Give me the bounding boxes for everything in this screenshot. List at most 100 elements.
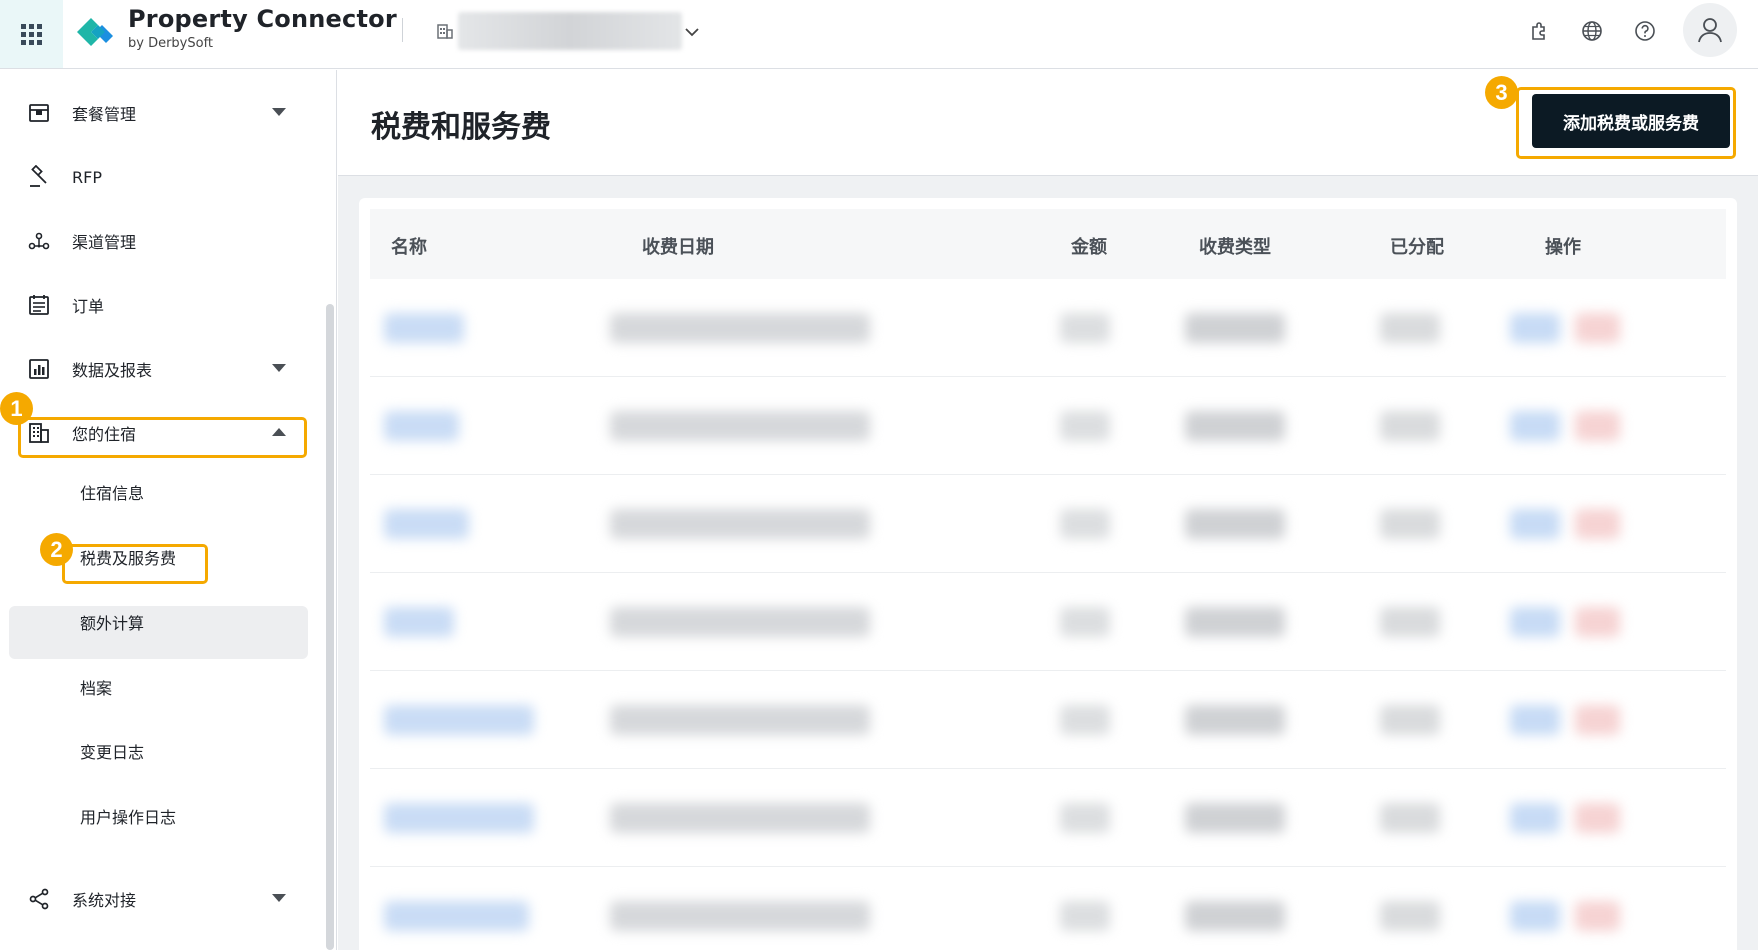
row-name-obscured[interactable] bbox=[384, 607, 454, 637]
annotation-badge-3: 3 bbox=[1485, 76, 1518, 109]
column-header-assigned[interactable]: 已分配 bbox=[1390, 233, 1444, 259]
delete-action-obscured[interactable] bbox=[1575, 607, 1620, 637]
column-header-amount[interactable]: 金额 bbox=[1071, 233, 1107, 259]
annotation-badge-1: 1 bbox=[0, 392, 33, 425]
row-assigned-obscured bbox=[1380, 607, 1440, 637]
edit-action-obscured[interactable] bbox=[1510, 901, 1560, 931]
expand-caret-icon bbox=[272, 364, 286, 372]
sidebar-item-reports[interactable]: 数据及报表 bbox=[18, 346, 304, 392]
delete-action-obscured[interactable] bbox=[1575, 509, 1620, 539]
top-bar: Property Connector by DerbySoft bbox=[0, 0, 1758, 69]
sidebar-subitem-profile[interactable]: 档案 bbox=[80, 675, 112, 699]
sidebar-item-your-property[interactable]: 您的住宿 bbox=[18, 410, 304, 456]
row-name-obscured[interactable] bbox=[384, 411, 459, 441]
chevron-down-icon[interactable] bbox=[682, 22, 702, 42]
row-amount-obscured bbox=[1060, 607, 1110, 637]
row-amount-obscured bbox=[1060, 901, 1110, 931]
row-assigned-obscured bbox=[1380, 901, 1440, 931]
row-assigned-obscured bbox=[1380, 509, 1440, 539]
delete-action-obscured[interactable] bbox=[1575, 803, 1620, 833]
row-date-obscured bbox=[610, 313, 870, 343]
sidebar-subitem-property-info[interactable]: 住宿信息 bbox=[80, 480, 144, 504]
sidebar-subitem-user-action-log[interactable]: 用户操作日志 bbox=[80, 804, 176, 828]
row-date-obscured bbox=[610, 411, 870, 441]
sidebar-item-integration[interactable]: 系统对接 bbox=[18, 876, 304, 922]
row-amount-obscured bbox=[1060, 705, 1110, 735]
add-tax-or-fee-button[interactable]: 添加税费或服务费 bbox=[1532, 94, 1730, 148]
row-name-obscured[interactable] bbox=[384, 901, 529, 931]
chart-icon bbox=[26, 356, 52, 382]
edit-action-obscured[interactable] bbox=[1510, 411, 1560, 441]
table-row[interactable] bbox=[370, 475, 1726, 573]
sidebar-subitem-taxes-fees[interactable]: 税费及服务费 bbox=[80, 545, 176, 569]
delete-action-obscured[interactable] bbox=[1575, 313, 1620, 343]
table-row[interactable] bbox=[370, 573, 1726, 671]
sidebar-item-channels[interactable]: 渠道管理 bbox=[18, 218, 304, 264]
share-icon bbox=[26, 886, 52, 912]
table-row[interactable] bbox=[370, 279, 1726, 377]
edit-action-obscured[interactable] bbox=[1510, 607, 1560, 637]
column-header-charge-date[interactable]: 收费日期 bbox=[642, 233, 714, 259]
sidebar-item-rfp[interactable]: RFP bbox=[18, 154, 304, 200]
sidebar-subitem-extra-calc[interactable]: 额外计算 bbox=[80, 610, 144, 634]
delete-action-obscured[interactable] bbox=[1575, 705, 1620, 735]
globe-icon[interactable] bbox=[1579, 18, 1605, 44]
brand-subtitle: by DerbySoft bbox=[128, 36, 214, 51]
collapse-caret-icon bbox=[272, 428, 286, 436]
row-date-obscured bbox=[610, 901, 870, 931]
order-icon bbox=[26, 292, 52, 318]
row-amount-obscured bbox=[1060, 509, 1110, 539]
page-title: 税费和服务费 bbox=[371, 110, 551, 145]
delete-action-obscured[interactable] bbox=[1575, 901, 1620, 931]
row-type-obscured bbox=[1185, 607, 1285, 637]
table-row[interactable] bbox=[370, 867, 1726, 950]
row-name-obscured[interactable] bbox=[384, 313, 464, 343]
building-icon bbox=[26, 420, 52, 446]
row-assigned-obscured bbox=[1380, 411, 1440, 441]
table-row[interactable] bbox=[370, 377, 1726, 475]
user-icon bbox=[1698, 18, 1722, 43]
apps-menu-button[interactable] bbox=[0, 0, 63, 68]
row-date-obscured bbox=[610, 607, 870, 637]
row-name-obscured[interactable] bbox=[384, 509, 469, 539]
row-date-obscured bbox=[610, 705, 870, 735]
row-name-obscured[interactable] bbox=[384, 803, 534, 833]
column-header-name[interactable]: 名称 bbox=[391, 233, 427, 259]
table-header: 名称 收费日期 金额 收费类型 已分配 操作 bbox=[370, 209, 1726, 279]
delete-action-obscured[interactable] bbox=[1575, 411, 1620, 441]
edit-action-obscured[interactable] bbox=[1510, 705, 1560, 735]
sidebar: 套餐管理 RFP 渠道管理 订单 数据及报表 您的住宿 住宿信息 税费及服务费 … bbox=[0, 70, 337, 950]
edit-action-obscured[interactable] bbox=[1510, 313, 1560, 343]
sidebar-subitem-change-log[interactable]: 变更日志 bbox=[80, 739, 144, 763]
edit-action-obscured[interactable] bbox=[1510, 803, 1560, 833]
row-type-obscured bbox=[1185, 705, 1285, 735]
row-type-obscured bbox=[1185, 313, 1285, 343]
table-row[interactable] bbox=[370, 671, 1726, 769]
property-selector[interactable] bbox=[458, 12, 682, 50]
header-divider bbox=[402, 18, 403, 42]
row-amount-obscured bbox=[1060, 803, 1110, 833]
row-date-obscured bbox=[610, 509, 870, 539]
help-icon[interactable] bbox=[1632, 18, 1658, 44]
brand-title: Property Connector bbox=[128, 5, 397, 33]
row-type-obscured bbox=[1185, 901, 1285, 931]
column-header-actions: 操作 bbox=[1545, 237, 1581, 258]
channel-icon bbox=[26, 228, 52, 254]
sidebar-item-label: 订单 bbox=[72, 297, 105, 316]
table-row[interactable] bbox=[370, 769, 1726, 867]
extension-icon[interactable] bbox=[1526, 18, 1552, 44]
annotation-badge-2: 2 bbox=[40, 533, 73, 566]
expand-caret-icon bbox=[272, 108, 286, 116]
row-name-obscured[interactable] bbox=[384, 705, 534, 735]
sidebar-item-packages[interactable]: 套餐管理 bbox=[18, 90, 304, 136]
sidebar-item-label: 系统对接 bbox=[72, 891, 137, 910]
expand-caret-icon bbox=[272, 894, 286, 902]
sidebar-scrollbar[interactable] bbox=[326, 304, 334, 950]
sidebar-item-orders[interactable]: 订单 bbox=[18, 282, 304, 328]
row-amount-obscured bbox=[1060, 411, 1110, 441]
brand-logo bbox=[77, 18, 113, 46]
sidebar-item-label: RFP bbox=[72, 167, 102, 187]
user-avatar[interactable] bbox=[1683, 3, 1737, 57]
edit-action-obscured[interactable] bbox=[1510, 509, 1560, 539]
column-header-charge-type[interactable]: 收费类型 bbox=[1199, 233, 1271, 259]
